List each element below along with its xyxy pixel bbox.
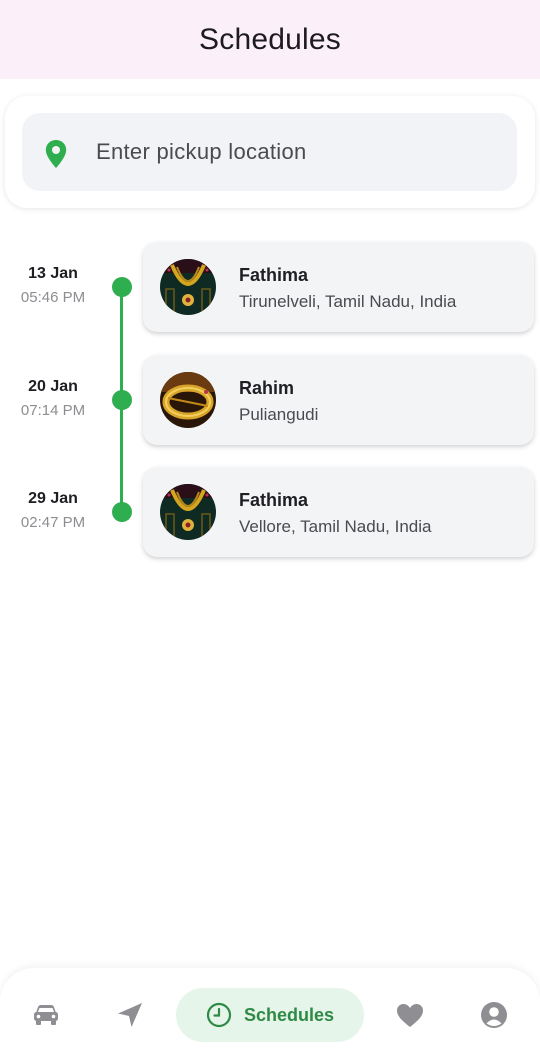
schedule-time: 07:14 PM bbox=[20, 402, 86, 419]
schedule-card-1[interactable]: Fathima Tirunelveli, Tamil Nadu, India bbox=[143, 242, 534, 332]
car-icon bbox=[34, 1005, 58, 1025]
customer-location: Vellore, Tamil Nadu, India bbox=[239, 517, 432, 536]
clock-icon bbox=[206, 1002, 232, 1028]
nav-navigate-button[interactable] bbox=[106, 988, 154, 1042]
customer-name: Rahim bbox=[239, 378, 295, 398]
schedule-time: 02:47 PM bbox=[20, 514, 86, 531]
customer-location: Puliangudi bbox=[239, 405, 319, 424]
schedule-day: 29 Jan bbox=[28, 490, 78, 507]
search-card: Enter pickup location bbox=[5, 96, 535, 208]
customer-name: Fathima bbox=[239, 490, 309, 510]
heart-icon bbox=[397, 1003, 423, 1027]
schedule-date-2: 20 Jan 07:14 PM bbox=[0, 378, 106, 419]
schedule-day: 20 Jan bbox=[28, 378, 78, 395]
profile-icon bbox=[481, 1002, 507, 1028]
schedule-date-1: 13 Jan 05:46 PM bbox=[0, 265, 106, 306]
schedule-card-2[interactable]: Rahim Puliangudi bbox=[143, 355, 534, 445]
gold-necklace-thumbnail bbox=[160, 484, 216, 540]
page-title: Schedules bbox=[199, 22, 341, 56]
timeline-dot bbox=[112, 502, 132, 522]
nav-rides-button[interactable] bbox=[22, 988, 70, 1042]
nav-favorites-button[interactable] bbox=[386, 988, 434, 1042]
gold-bangle-thumbnail bbox=[160, 372, 216, 428]
pickup-location-placeholder: Enter pickup location bbox=[96, 139, 307, 164]
timeline-dot bbox=[112, 277, 132, 297]
timeline-dot bbox=[112, 390, 132, 410]
nav-profile-button[interactable] bbox=[470, 988, 518, 1042]
pickup-location-input[interactable]: Enter pickup location bbox=[22, 113, 517, 191]
customer-location: Tirunelveli, Tamil Nadu, India bbox=[239, 292, 457, 311]
nav-schedules-label: Schedules bbox=[243, 1004, 335, 1025]
gold-necklace-thumbnail bbox=[160, 259, 216, 315]
schedule-time: 05:46 PM bbox=[20, 289, 86, 306]
schedule-day: 13 Jan bbox=[28, 265, 78, 282]
navigation-arrow-icon bbox=[118, 1003, 142, 1027]
location-pin-icon bbox=[45, 140, 67, 168]
app-header: Schedules bbox=[0, 0, 540, 79]
schedule-date-3: 29 Jan 02:47 PM bbox=[0, 490, 106, 531]
nav-schedules-button[interactable]: Schedules bbox=[176, 988, 364, 1042]
customer-name: Fathima bbox=[239, 265, 309, 285]
schedule-card-3[interactable]: Fathima Vellore, Tamil Nadu, India bbox=[143, 467, 534, 557]
bottom-navigation: Schedules bbox=[0, 968, 540, 1061]
